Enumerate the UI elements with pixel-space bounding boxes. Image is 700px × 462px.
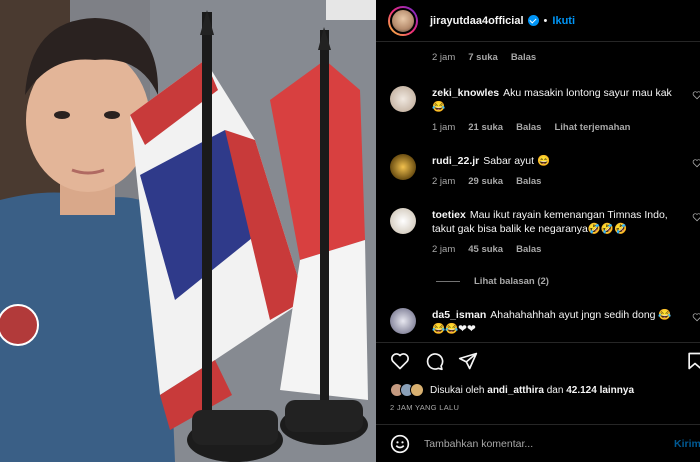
add-comment-bar: Tambahkan komentar... Kirim: [376, 424, 700, 462]
commenter-username[interactable]: rudi_22.jr: [432, 155, 479, 167]
commenter-username[interactable]: zeki_knowles: [432, 87, 499, 99]
commenter-avatar[interactable]: [390, 86, 416, 112]
post-detail-panel: jirayutdaa4official • Ikuti 2 jam 7 suka…: [376, 0, 700, 462]
reply-button[interactable]: Balas: [516, 122, 541, 133]
separator-dot: •: [543, 14, 548, 27]
comment-meta: 2 jam 45 suka Balas: [432, 244, 680, 255]
post-photo-illustration: [0, 0, 376, 462]
comments-list[interactable]: 2 jam 7 suka Balas zeki_knowles Aku masak…: [376, 42, 700, 342]
comment-icon[interactable]: [424, 351, 444, 371]
likes-count[interactable]: 42.124 lainnya: [566, 385, 634, 396]
replies-divider: [436, 281, 460, 282]
likes-summary[interactable]: Disukai oleh andi_atthira dan 42.124 lai…: [390, 383, 634, 397]
comment-text: zeki_knowles Aku masakin lontong sayur ma…: [432, 87, 672, 113]
comment-item: zeki_knowles Aku masakin lontong sayur ma…: [390, 86, 700, 133]
comment-text: da5_isman Ahahahahhah ayut jngn sedih don…: [432, 309, 672, 335]
commenter-username[interactable]: toetiex: [432, 209, 466, 221]
verified-badge-icon: [527, 15, 539, 26]
comment-like-icon[interactable]: [692, 212, 700, 222]
view-replies-button[interactable]: Lihat balasan (2): [436, 276, 549, 287]
comment-time: 2 jam: [432, 176, 456, 187]
comment-likes[interactable]: 7 suka: [468, 52, 498, 63]
action-icons: [390, 351, 478, 371]
comment-meta: 1 jam 21 suka Balas Lihat terjemahan: [432, 122, 680, 133]
post-comment-button[interactable]: Kirim: [674, 438, 700, 450]
comment-input[interactable]: Tambahkan komentar...: [424, 438, 533, 450]
comment-like-icon[interactable]: [692, 90, 700, 100]
author-username[interactable]: jirayutdaa4official: [430, 15, 524, 27]
comment-item: toetiex Mau ikut rayain kemenangan Timnas…: [390, 208, 700, 255]
comment-likes[interactable]: 21 suka: [468, 122, 503, 133]
author-avatar[interactable]: [388, 5, 418, 36]
view-replies-label: Lihat balasan (2): [474, 276, 549, 287]
translate-button[interactable]: Lihat terjemahan: [554, 122, 630, 133]
comment-text: toetiex Mau ikut rayain kemenangan Timnas…: [432, 209, 668, 235]
comment-time: 2 jam: [432, 52, 456, 63]
post-actions: Disukai oleh andi_atthira dan 42.124 lai…: [376, 342, 700, 412]
comment-like-icon[interactable]: [692, 312, 700, 322]
comment-like-icon[interactable]: [692, 158, 700, 168]
bookmark-icon[interactable]: [685, 351, 700, 371]
comment-meta: 2 jam 7 suka Balas: [432, 52, 536, 63]
likes-text: Disukai oleh andi_atthira dan 42.124 lai…: [430, 384, 635, 396]
post-timestamp: 2 JAM YANG LALU: [390, 403, 460, 412]
follow-button[interactable]: Ikuti: [552, 15, 575, 27]
heart-icon[interactable]: [390, 351, 410, 371]
comment-item: rudi_22.jr Sabar ayut 😄 2 jam 29 suka Bal…: [390, 154, 700, 187]
share-icon[interactable]: [458, 351, 478, 371]
reply-button[interactable]: Balas: [511, 52, 536, 63]
commenter-username[interactable]: da5_isman: [432, 309, 486, 321]
comment-likes[interactable]: 29 suka: [468, 176, 503, 187]
comment-meta: 2 jam 29 suka Balas: [432, 176, 680, 187]
post-image: [0, 0, 376, 462]
liker-avatars: [390, 383, 424, 397]
comment-likes[interactable]: 45 suka: [468, 244, 503, 255]
commenter-avatar[interactable]: [390, 154, 416, 180]
reply-button[interactable]: Balas: [516, 176, 541, 187]
comment-text: rudi_22.jr Sabar ayut 😄: [432, 155, 551, 167]
comment-time: 1 jam: [432, 122, 456, 133]
commenter-avatar[interactable]: [390, 208, 416, 234]
commenter-avatar[interactable]: [390, 308, 416, 334]
liker-avatar: [410, 383, 424, 397]
reply-button[interactable]: Balas: [516, 244, 541, 255]
post-header: jirayutdaa4official • Ikuti: [376, 0, 700, 42]
liker-username[interactable]: andi_atthira: [487, 385, 544, 396]
comment-time: 2 jam: [432, 244, 456, 255]
comment-item: da5_isman Ahahahahhah ayut jngn sedih don…: [390, 308, 700, 336]
emoji-icon[interactable]: [390, 434, 410, 454]
